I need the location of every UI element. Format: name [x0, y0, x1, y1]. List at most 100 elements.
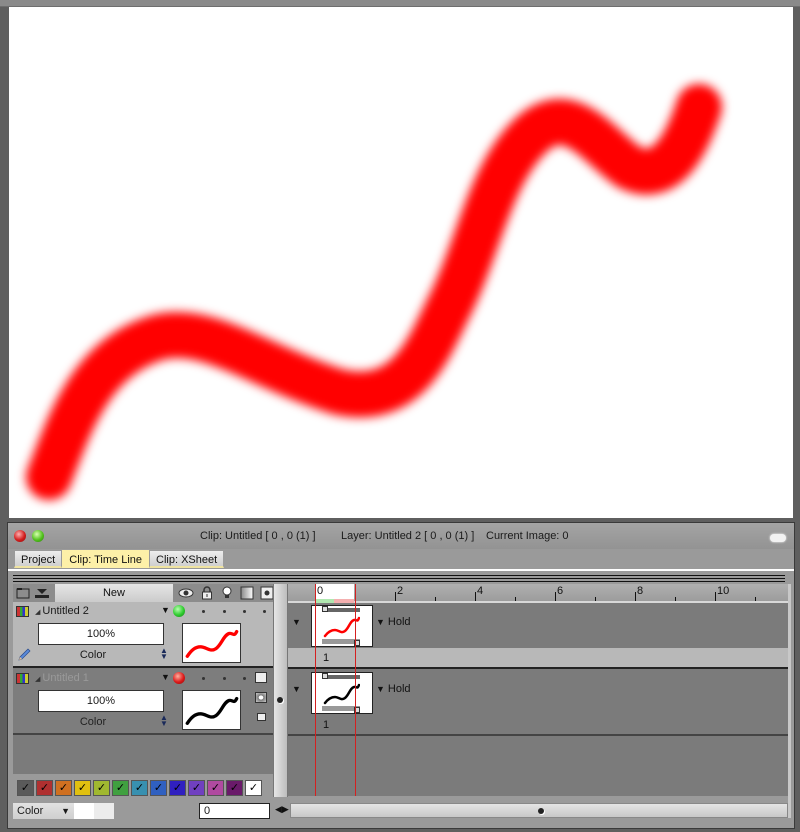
horizontal-scroll-knob[interactable] [538, 808, 544, 814]
rule-lines [13, 573, 785, 582]
light-table-toggle[interactable] [243, 610, 246, 613]
layer-type-icon [16, 673, 29, 684]
mask-toggle[interactable] [263, 610, 266, 613]
ruler-tick [715, 592, 716, 601]
layer-list: ◢ Untitled 2 ▼ 100% Color ▲ ▼ ◢ Untitled 1 … [13, 602, 273, 774]
color-swatch[interactable]: ✓ [226, 780, 243, 796]
hold-mode-menu[interactable]: ▼ Hold [376, 616, 411, 628]
color-mode-select[interactable]: Color ▼ [13, 803, 74, 819]
timeline-horizontal-scrollbar[interactable] [290, 803, 788, 818]
layer-status-dot[interactable] [173, 605, 185, 617]
opacity-field[interactable]: 100% [38, 690, 164, 712]
pencil-icon [18, 648, 31, 661]
lock-icon[interactable] [199, 585, 215, 601]
mask-face-icon[interactable] [255, 672, 267, 683]
mask-texture-icon[interactable] [255, 692, 267, 703]
color-label-swatches: ✓ ✓ ✓ ✓ ✓ ✓ ✓ ✓ ✓ ✓ ✓ ✓ ✓ [17, 780, 262, 796]
tab-clip-time-line[interactable]: Clip: Time Line [62, 550, 150, 568]
red-brush-stroke [26, 84, 722, 500]
color-swatch[interactable]: ✓ [245, 780, 262, 796]
layer-info: Layer: Untitled 2 [ 0 , 0 (1) ] [341, 530, 475, 542]
frame-cell[interactable] [311, 605, 373, 647]
layer-thumbnail [182, 623, 241, 663]
layer-name[interactable]: ◢ Untitled 1 [35, 672, 89, 684]
color-swatch[interactable]: ✓ [17, 780, 34, 796]
track-untitled-1-frames: 1 [288, 715, 788, 736]
import-icon[interactable] [34, 585, 50, 601]
color-swatch[interactable]: ✓ [169, 780, 186, 796]
ruler-tick [475, 592, 476, 601]
visibility-toggle[interactable] [202, 610, 205, 613]
zoom-button[interactable] [32, 530, 44, 542]
blend-mode-label[interactable]: Color [38, 649, 148, 661]
lock-toggle[interactable] [223, 677, 226, 680]
track-collapse-toggle[interactable]: ▼ [292, 617, 301, 627]
gradient-icon[interactable] [239, 585, 255, 601]
color-swatch[interactable]: ✓ [74, 780, 91, 796]
timeline-panel: Clip: Untitled [ 0 , 0 (1) ] Layer: Unti… [7, 522, 795, 829]
frame-stepper[interactable]: ◀▶ [275, 804, 289, 815]
layer-name[interactable]: ◢ Untitled 2 [35, 605, 89, 617]
color-swatch[interactable]: ✓ [112, 780, 129, 796]
lock-toggle[interactable] [223, 610, 226, 613]
frame-input[interactable]: 0 [199, 803, 270, 819]
layer-vertical-scrollbar[interactable] [273, 584, 288, 797]
toolbar-toggle-button[interactable] [770, 534, 786, 542]
color-swatch[interactable]: ✓ [36, 780, 53, 796]
color-well[interactable] [74, 803, 114, 819]
brush-stroke-drawing [26, 84, 722, 500]
visibility-toggle[interactable] [202, 677, 205, 680]
blend-mode-label[interactable]: Color [38, 716, 148, 728]
blend-mode-stepper[interactable]: ▲ ▼ [160, 647, 168, 661]
cell-start-handle[interactable] [322, 606, 328, 612]
color-swatch[interactable]: ✓ [131, 780, 148, 796]
color-swatch[interactable]: ✓ [188, 780, 205, 796]
ruler-label: 2 [397, 585, 404, 597]
layer-menu-arrow[interactable]: ▼ [161, 605, 170, 615]
layer-type-icon [16, 606, 29, 617]
track-untitled-2-frames: 1 [288, 648, 788, 669]
close-button[interactable] [14, 530, 26, 542]
color-swatch[interactable]: ✓ [150, 780, 167, 796]
hold-mode-menu[interactable]: ▼ Hold [376, 683, 411, 695]
timeline-edge [788, 584, 791, 818]
folder-icon[interactable] [15, 585, 31, 601]
tab-clip-xsheet[interactable]: Clip: XSheet [149, 550, 225, 568]
ruler-tick [755, 597, 756, 601]
color-swatch[interactable]: ✓ [207, 780, 224, 796]
ruler-tick [395, 592, 396, 601]
top-bar [0, 0, 800, 7]
track-collapse-toggle[interactable]: ▼ [292, 684, 301, 694]
light-table-toggle[interactable] [243, 677, 246, 680]
tab-project[interactable]: Project [14, 550, 63, 568]
color-swatch[interactable]: ✓ [55, 780, 72, 796]
frame-ruler[interactable]: 0 2 4 6 8 10 [288, 584, 788, 603]
new-layer-button[interactable]: New [55, 584, 173, 602]
layer-thumbnail [182, 690, 241, 730]
playhead-start-line[interactable] [315, 584, 316, 796]
playhead-end-line[interactable] [355, 584, 356, 796]
lightbulb-icon[interactable] [219, 585, 235, 601]
eye-icon[interactable] [178, 585, 194, 601]
divider [8, 569, 794, 571]
frame-number: 1 [323, 719, 330, 731]
ruler-tick [515, 597, 516, 601]
opacity-field[interactable]: 100% [38, 623, 164, 645]
ruler-label: 4 [477, 585, 484, 597]
cell-start-handle[interactable] [322, 673, 328, 679]
layer-row-untitled-1[interactable]: ◢ Untitled 1 ▼ 100% Color ▲ ▼ [13, 669, 273, 735]
layer-row-untitled-2[interactable]: ◢ Untitled 2 ▼ 100% Color ▲ ▼ [13, 602, 273, 668]
mask-small-icon[interactable] [257, 713, 266, 721]
layer-status-dot[interactable] [173, 672, 185, 684]
layer-toolbar: New [13, 584, 277, 602]
frame-cell[interactable] [311, 672, 373, 714]
vertical-scroll-knob[interactable] [277, 697, 283, 703]
ruler-label: 0 [317, 585, 324, 597]
color-swatch[interactable]: ✓ [93, 780, 110, 796]
ruler-label: 10 [717, 585, 730, 597]
blend-mode-stepper[interactable]: ▲ ▼ [160, 714, 168, 728]
layer-menu-arrow[interactable]: ▼ [161, 672, 170, 682]
ruler-tick [555, 592, 556, 601]
drawing-canvas[interactable] [9, 7, 793, 518]
panel-tabs: Project Clip: Time Line Clip: XSheet [14, 550, 225, 568]
